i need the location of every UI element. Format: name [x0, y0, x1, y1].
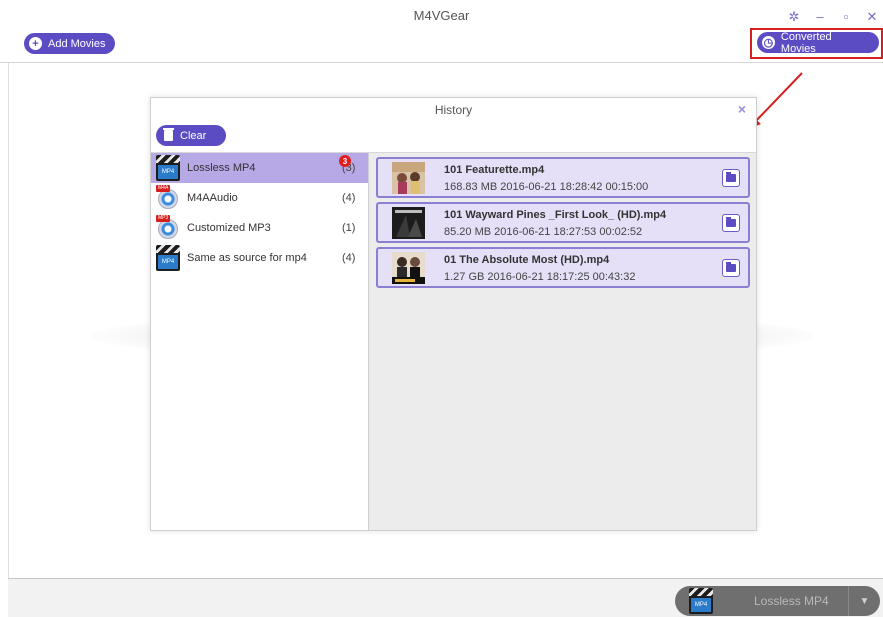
converted-movies-button[interactable]: ◷ Converted Movies	[757, 30, 879, 55]
format-count: (4)	[342, 252, 356, 264]
app-title: M4VGear	[413, 8, 470, 23]
format-item[interactable]: MP4 Same as source for mp4 (4)	[151, 243, 368, 273]
video-thumbnail	[392, 162, 425, 194]
list-item[interactable]: 01 The Absolute Most (HD).mp4 1.27 GB 20…	[376, 247, 750, 288]
format-item[interactable]: MP3 Customized MP3 (1)	[151, 213, 368, 243]
file-meta: 168.83 MB 2016-06-21 18:28:42 00:15:00	[444, 181, 649, 193]
output-format-label: Lossless MP4	[754, 594, 829, 608]
file-name: 101 Wayward Pines _First Look_ (HD).mp4	[444, 209, 667, 221]
folder-icon	[726, 172, 736, 182]
new-count-badge: 3	[339, 155, 351, 167]
mp4-clapper-icon: MP4	[156, 245, 180, 271]
file-meta: 1.27 GB 2016-06-21 18:17:25 00:43:32	[444, 271, 636, 283]
output-format-select[interactable]: MP4 Lossless MP4 ▼	[675, 586, 880, 616]
format-item[interactable]: M4A M4AAudio (4)	[151, 183, 368, 213]
folder-icon	[726, 217, 736, 227]
video-thumbnail	[392, 207, 425, 239]
converted-movies-label: Converted Movies	[780, 30, 832, 55]
history-dialog: History × Clear MP4 Lossless MP4 (3) 3 M…	[150, 97, 757, 531]
converted-files-list: 101 Featurette.mp4 168.83 MB 2016-06-21 …	[369, 153, 756, 530]
list-item[interactable]: 101 Featurette.mp4 168.83 MB 2016-06-21 …	[376, 157, 750, 198]
trash-icon	[163, 128, 174, 141]
format-label: M4AAudio	[187, 192, 238, 204]
format-list: MP4 Lossless MP4 (3) 3 M4A M4AAudio (4) …	[151, 153, 369, 530]
clock-icon: ◷	[762, 36, 775, 49]
minimize-icon[interactable]: –	[813, 9, 827, 23]
video-thumbnail	[392, 252, 425, 284]
format-label: Customized MP3	[187, 222, 271, 234]
open-folder-button[interactable]	[722, 169, 740, 187]
m4a-disc-icon: M4A	[156, 185, 180, 211]
close-icon[interactable]: ×	[738, 101, 746, 117]
clear-label: Clear	[180, 129, 207, 142]
open-folder-button[interactable]	[722, 259, 740, 277]
dialog-title: History	[434, 103, 473, 117]
toolbar-divider	[0, 62, 883, 63]
mp4-clapper-icon: MP4	[156, 155, 180, 181]
maximize-icon[interactable]: ▫	[839, 9, 853, 23]
mp3-disc-icon: MP3	[156, 215, 180, 241]
format-count: (4)	[342, 192, 356, 204]
folder-icon	[726, 262, 736, 272]
title-bar: M4VGear ✲ – ▫ ✕	[0, 0, 883, 30]
format-item[interactable]: MP4 Lossless MP4 (3) 3	[151, 153, 368, 183]
content-left-border	[8, 63, 9, 617]
mp4-clapper-icon: MP4	[689, 588, 713, 614]
close-icon[interactable]: ✕	[865, 9, 879, 23]
list-item[interactable]: 101 Wayward Pines _First Look_ (HD).mp4 …	[376, 202, 750, 243]
add-movies-button[interactable]: + Add Movies	[24, 33, 116, 54]
format-label: Lossless MP4	[187, 162, 256, 174]
file-meta: 85.20 MB 2016-06-21 18:27:53 00:02:52	[444, 226, 643, 238]
plus-icon: +	[29, 37, 42, 50]
window-controls: ✲ – ▫ ✕	[787, 9, 879, 23]
gear-icon[interactable]: ✲	[787, 9, 801, 23]
chevron-down-icon[interactable]: ▼	[848, 586, 880, 616]
add-movies-label: Add Movies	[48, 37, 106, 50]
format-count: (1)	[342, 222, 356, 234]
file-name: 01 The Absolute Most (HD).mp4	[444, 254, 610, 266]
open-folder-button[interactable]	[722, 214, 740, 232]
file-name: 101 Featurette.mp4	[444, 164, 545, 176]
clear-button[interactable]: Clear	[156, 125, 226, 146]
format-label: Same as source for mp4	[187, 252, 307, 264]
